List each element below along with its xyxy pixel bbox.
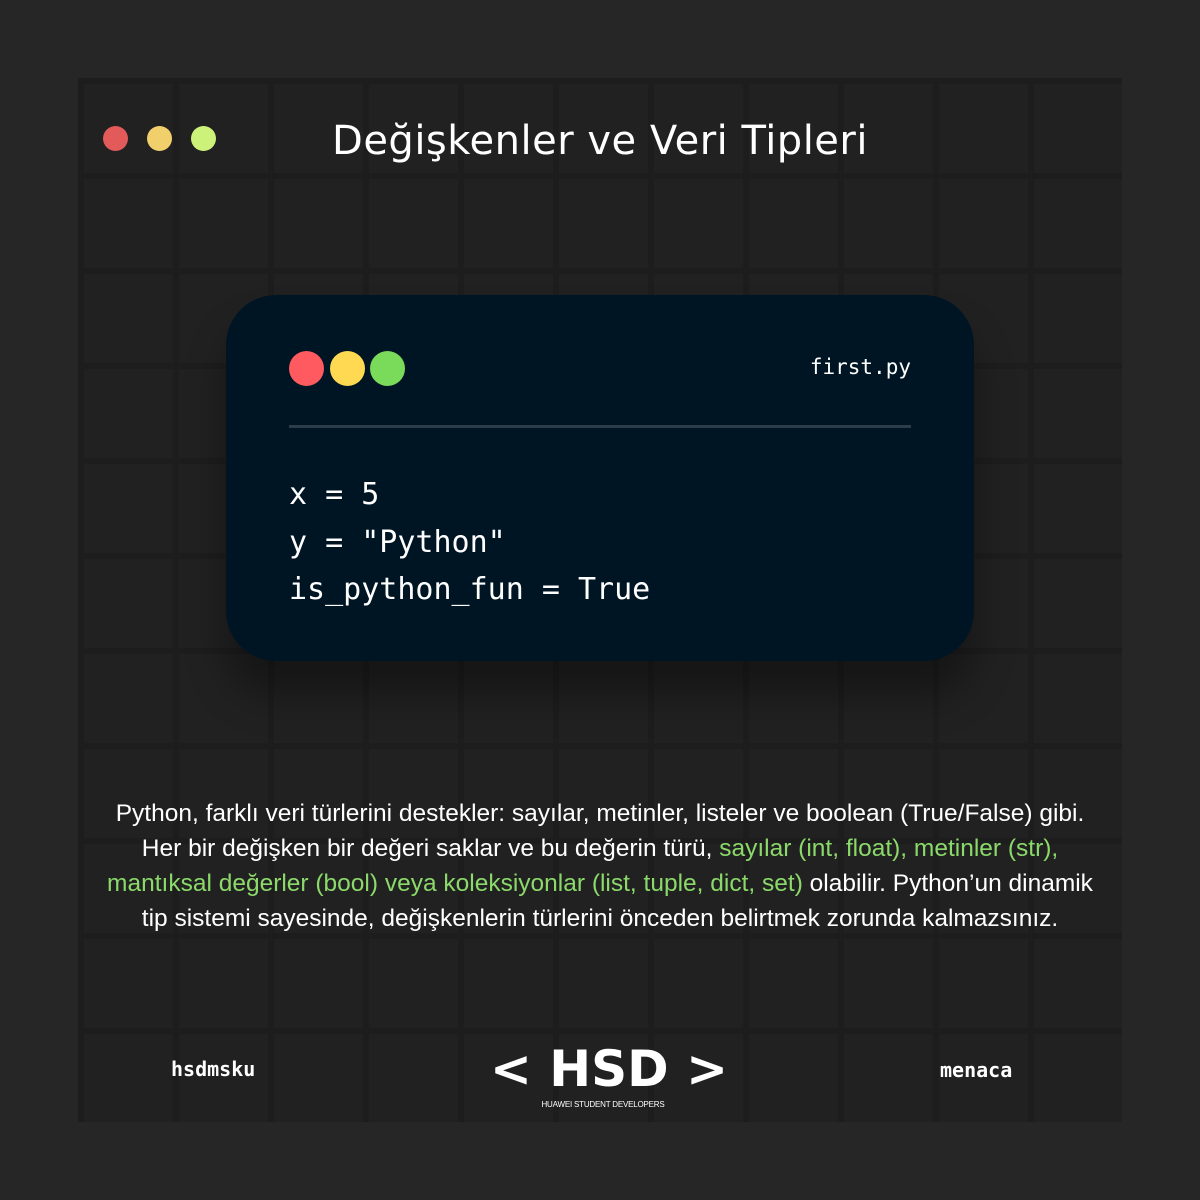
logo-sub-text: HUAWEI STUDENT DEVELOPERS [541,1100,665,1109]
code-block: x = 5 y = "Python" is_python_fun = True [289,471,650,614]
code-card: first.py x = 5 y = "Python" is_python_fu… [226,295,974,661]
page-title: Değişkenler ve Veri Tipleri [332,118,868,164]
code-line: is_python_fun = True [289,572,651,607]
code-line: y = "Python" [289,524,506,560]
file-name: first.py [809,355,911,379]
code-line: x = 5 [289,477,380,512]
footer-handle-left: hsdmsku [171,1057,256,1081]
code-card-red-dot [289,351,324,386]
description-paragraph: Python, farklı veri türlerini destekler:… [100,796,1100,936]
code-card-yellow-dot [330,351,365,386]
footer-handle-right: menaca [940,1058,1013,1082]
code-card-divider [289,425,911,428]
hsd-logo: < HSD > HUAWEI STUDENT DEVELOPERS [490,1040,728,1112]
code-card-green-dot [370,351,405,386]
logo-main-text: < HSD > [490,1040,728,1098]
